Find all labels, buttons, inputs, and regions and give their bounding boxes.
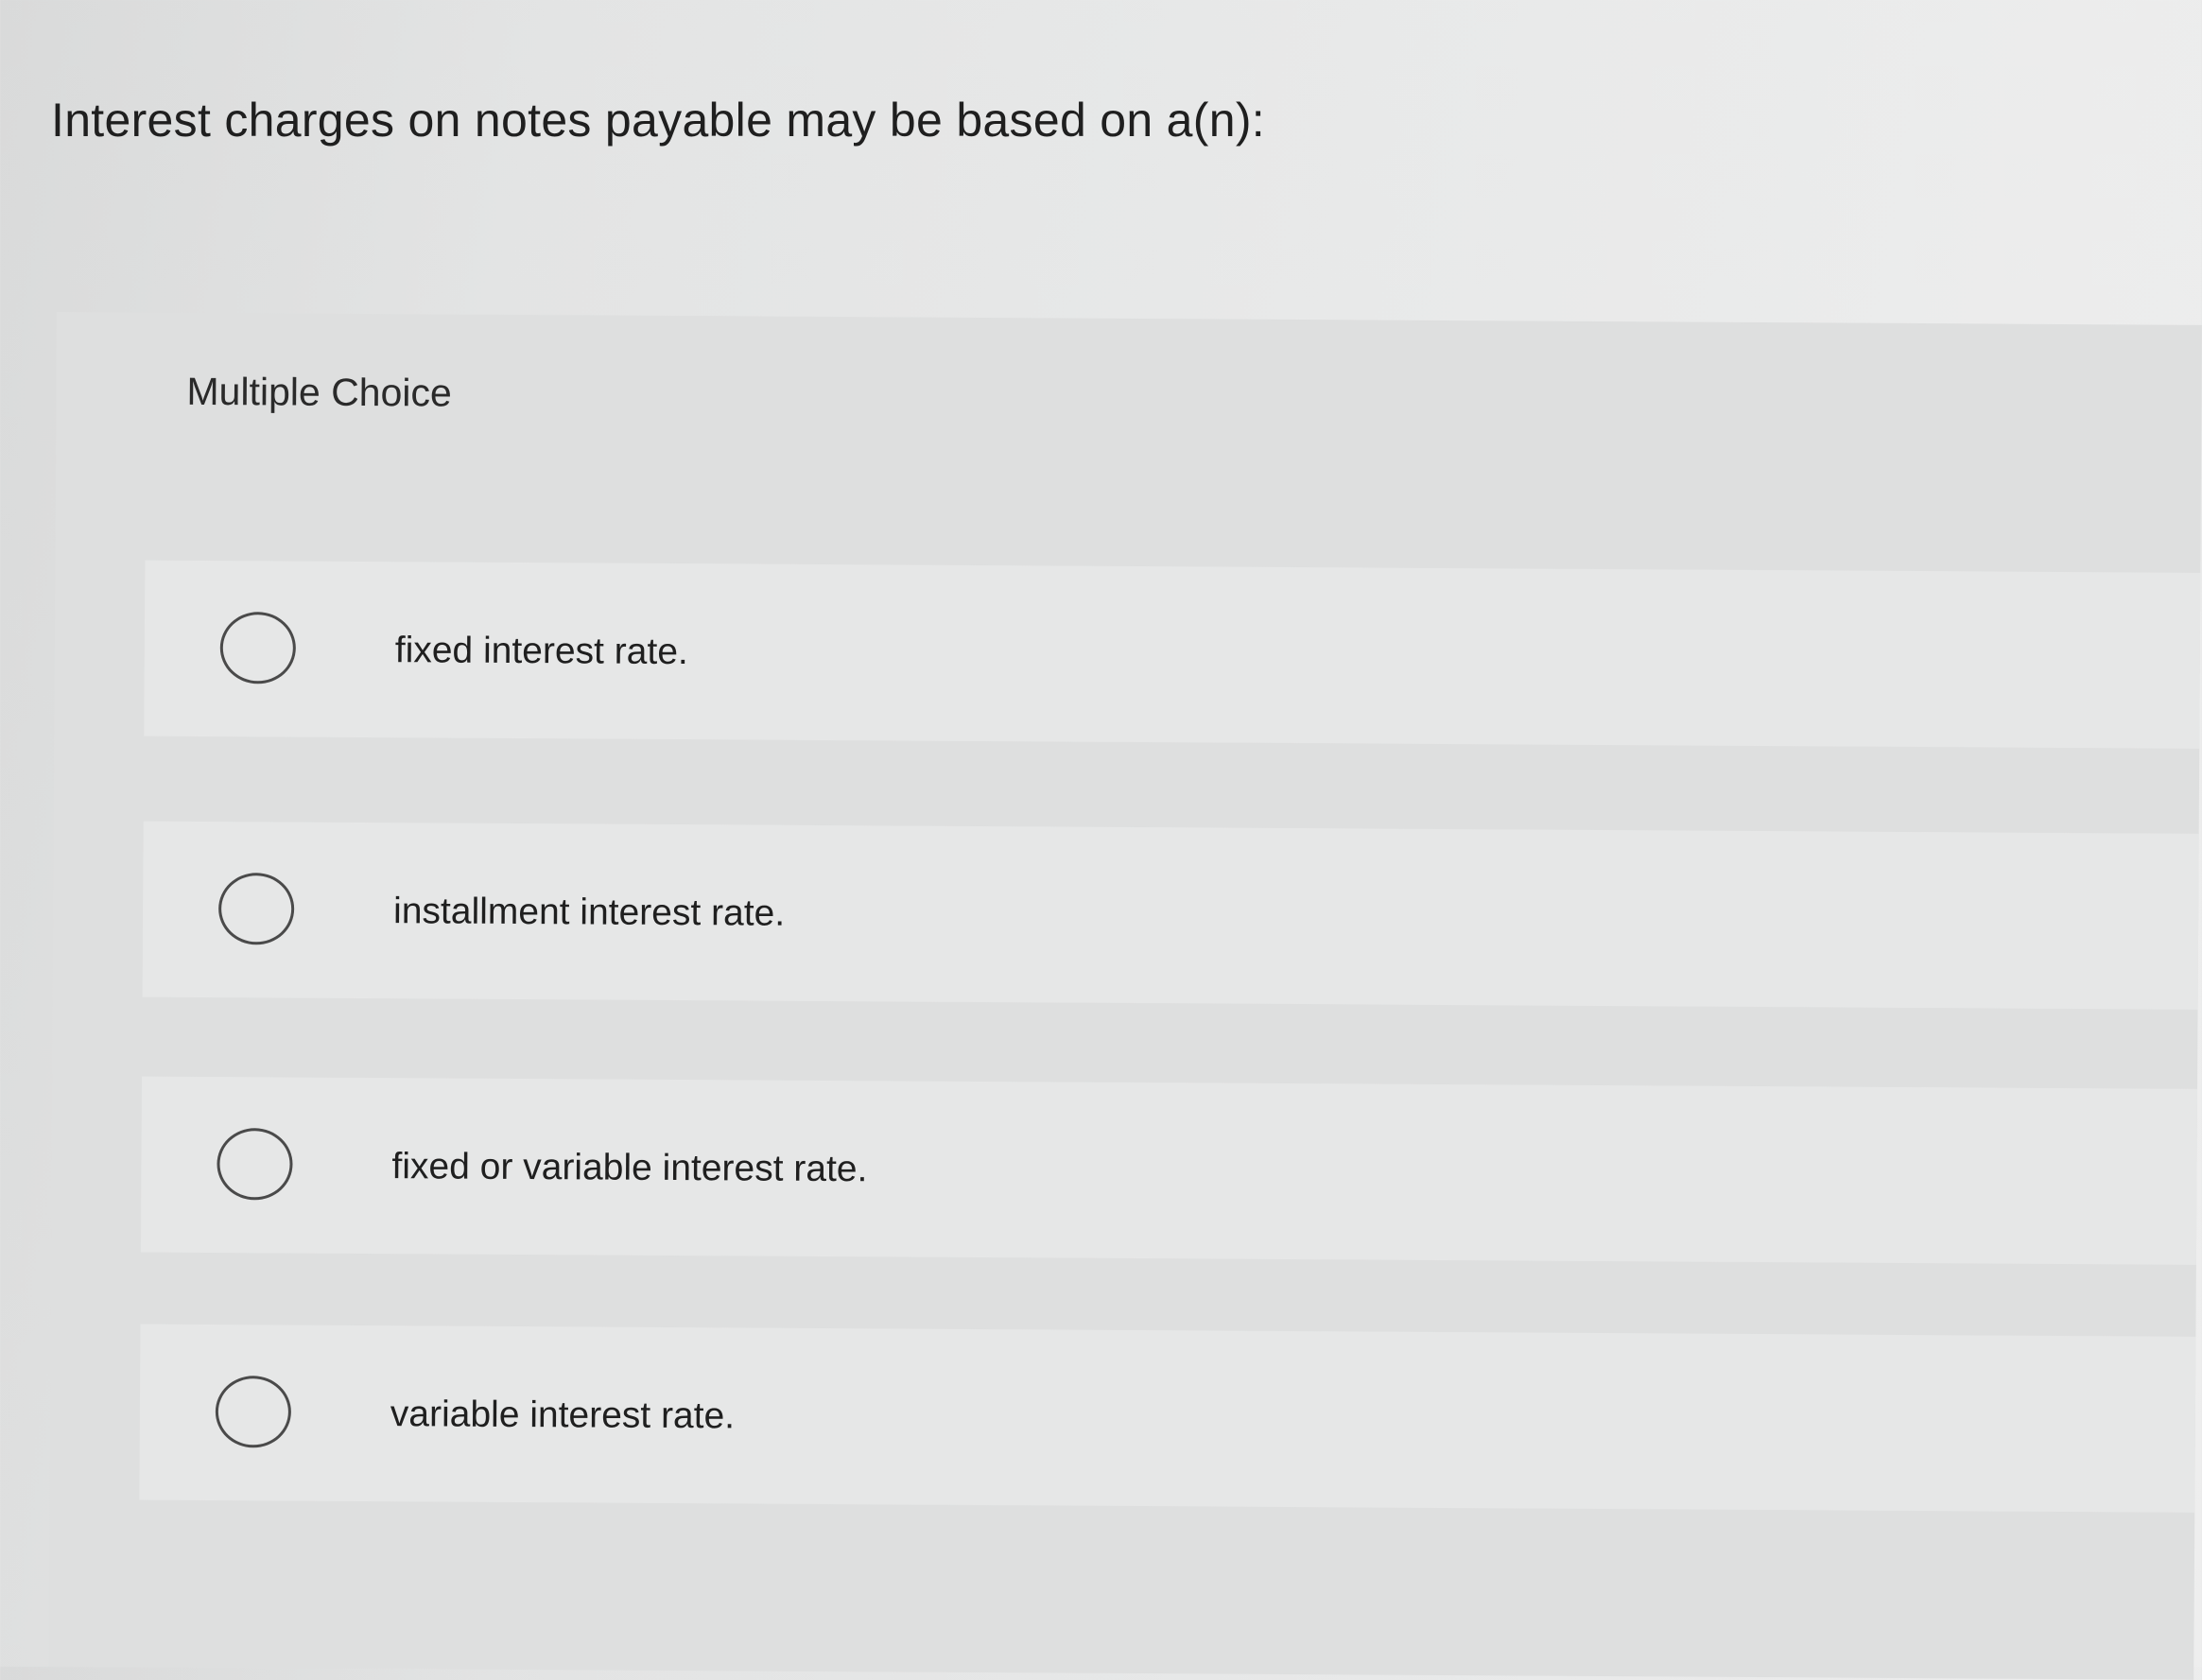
answer-option-4[interactable]: variable interest rate. [139,1324,2196,1513]
multiple-choice-panel: Multiple Choice fixed interest rate. ins… [48,312,2202,1680]
answer-option-label: variable interest rate. [390,1394,736,1437]
answer-option-label: fixed or variable interest rate. [391,1146,868,1190]
radio-button-icon[interactable] [217,873,295,945]
answer-option-1[interactable]: fixed interest rate. [144,560,2201,749]
radio-button-icon[interactable] [217,1128,293,1201]
answer-option-2[interactable]: installment interest rate. [142,821,2199,1010]
answer-option-label: fixed interest rate. [394,630,688,673]
question-type-label: Multiple Choice [186,369,452,415]
radio-button-icon[interactable] [215,1376,292,1448]
radio-button-icon[interactable] [219,612,297,684]
answer-option-3[interactable]: fixed or variable interest rate. [140,1076,2198,1265]
answer-option-label: installment interest rate. [393,891,786,934]
question-text: Interest charges on notes payable may be… [51,94,1265,147]
